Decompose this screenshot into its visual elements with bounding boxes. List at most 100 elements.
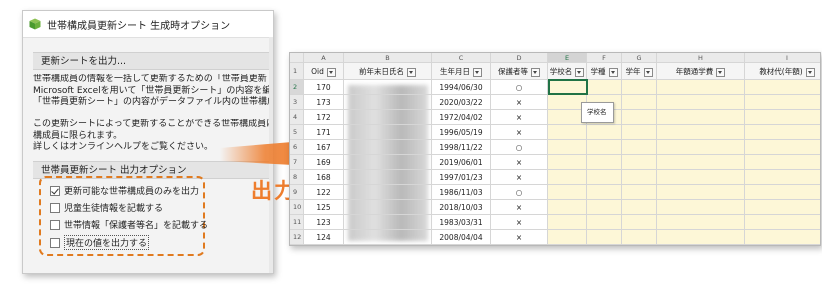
filter-dropdown-icon[interactable] bbox=[643, 67, 653, 77]
table-cell[interactable] bbox=[622, 95, 657, 110]
table-cell[interactable]: ○ bbox=[491, 185, 548, 200]
column-header[interactable]: 生年月日 bbox=[432, 63, 491, 80]
table-cell[interactable]: 122 bbox=[304, 185, 344, 200]
table-cell[interactable]: × bbox=[491, 170, 548, 185]
checkbox[interactable] bbox=[50, 202, 60, 213]
table-cell[interactable] bbox=[745, 95, 820, 110]
table-cell[interactable] bbox=[745, 110, 820, 125]
filter-dropdown-icon[interactable] bbox=[326, 67, 336, 77]
table-cell[interactable] bbox=[344, 155, 432, 170]
table-cell[interactable]: 2008/04/04 bbox=[432, 230, 491, 245]
table-cell[interactable] bbox=[745, 125, 820, 140]
column-header[interactable]: Oid bbox=[304, 63, 344, 80]
option-current-values[interactable]: 現在の値を出力する bbox=[50, 235, 150, 250]
column-letter[interactable]: B bbox=[344, 53, 432, 63]
option-student-info[interactable]: 児童生徒情報を記載する bbox=[50, 201, 163, 214]
table-cell[interactable]: 167 bbox=[304, 140, 344, 155]
table-cell[interactable] bbox=[622, 110, 657, 125]
row-number[interactable]: 10 bbox=[290, 200, 304, 215]
table-cell[interactable] bbox=[344, 200, 432, 215]
filter-dropdown-icon[interactable] bbox=[608, 67, 618, 77]
table-cell[interactable] bbox=[657, 200, 745, 215]
table-cell[interactable]: 172 bbox=[304, 110, 344, 125]
column-header[interactable]: 学種 bbox=[587, 63, 622, 80]
table-cell[interactable]: 2020/03/22 bbox=[432, 95, 491, 110]
table-cell[interactable]: × bbox=[491, 110, 548, 125]
table-cell[interactable] bbox=[344, 245, 432, 246]
filter-dropdown-icon[interactable] bbox=[575, 67, 585, 77]
table-cell[interactable] bbox=[622, 80, 657, 95]
table-cell[interactable]: × bbox=[491, 155, 548, 170]
table-cell[interactable] bbox=[344, 215, 432, 230]
table-cell[interactable] bbox=[657, 230, 745, 245]
table-cell[interactable] bbox=[657, 245, 745, 246]
table-cell[interactable]: 1986/11/03 bbox=[432, 185, 491, 200]
filter-dropdown-icon[interactable] bbox=[473, 67, 482, 77]
table-cell[interactable]: 2019/06/01 bbox=[432, 155, 491, 170]
table-cell[interactable] bbox=[622, 185, 657, 200]
table-cell[interactable] bbox=[745, 245, 821, 246]
row-number[interactable]: 5 bbox=[290, 125, 304, 140]
table-cell[interactable]: 105 bbox=[304, 245, 344, 246]
table-cell[interactable]: 1983/03/31 bbox=[432, 215, 491, 230]
table-cell[interactable] bbox=[548, 170, 587, 185]
table-cell[interactable]: 2018/10/03 bbox=[432, 200, 491, 215]
table-cell[interactable] bbox=[745, 215, 820, 230]
column-letter[interactable]: E bbox=[548, 53, 587, 63]
column-header[interactable]: 学校名 bbox=[548, 63, 587, 80]
table-cell[interactable] bbox=[587, 140, 622, 155]
table-cell[interactable] bbox=[548, 155, 587, 170]
checkbox[interactable] bbox=[50, 219, 60, 230]
table-cell[interactable] bbox=[745, 155, 820, 170]
row-number[interactable]: 13 bbox=[290, 245, 304, 246]
row-number[interactable]: 11 bbox=[290, 215, 304, 230]
table-cell[interactable] bbox=[622, 215, 657, 230]
checkbox[interactable] bbox=[50, 237, 60, 248]
table-cell[interactable] bbox=[344, 95, 432, 110]
table-cell[interactable] bbox=[657, 170, 745, 185]
column-letter[interactable]: F bbox=[587, 53, 622, 63]
option-guardian-name[interactable]: 世帯情報「保護者等名」を記載する bbox=[50, 218, 208, 231]
active-cell[interactable] bbox=[548, 79, 588, 95]
table-cell[interactable] bbox=[622, 230, 657, 245]
table-cell[interactable]: 1994/06/30 bbox=[432, 80, 491, 95]
table-cell[interactable] bbox=[657, 155, 745, 170]
table-cell[interactable] bbox=[548, 200, 587, 215]
filter-dropdown-icon[interactable] bbox=[531, 67, 540, 77]
table-cell[interactable] bbox=[622, 125, 657, 140]
column-letter[interactable]: H bbox=[657, 53, 745, 63]
table-cell[interactable] bbox=[657, 110, 745, 125]
table-cell[interactable] bbox=[587, 215, 622, 230]
table-cell[interactable] bbox=[622, 155, 657, 170]
table-cell[interactable]: 1990/03/01 bbox=[432, 245, 491, 246]
column-letter[interactable]: A bbox=[304, 53, 344, 63]
table-cell[interactable]: ○ bbox=[491, 140, 548, 155]
table-cell[interactable] bbox=[745, 200, 820, 215]
table-cell[interactable]: 1998/11/22 bbox=[432, 140, 491, 155]
row-number[interactable]: 8 bbox=[290, 170, 304, 185]
column-header[interactable]: 年額通学費 bbox=[657, 63, 745, 80]
row-number[interactable]: 12 bbox=[290, 230, 304, 245]
table-cell[interactable] bbox=[587, 80, 622, 95]
table-cell[interactable] bbox=[745, 185, 820, 200]
table-cell[interactable]: 1997/01/23 bbox=[432, 170, 491, 185]
table-cell[interactable] bbox=[344, 80, 432, 95]
table-cell[interactable]: 125 bbox=[304, 200, 344, 215]
table-cell[interactable] bbox=[745, 80, 820, 95]
table-cell[interactable]: 169 bbox=[304, 155, 344, 170]
table-cell[interactable]: 1972/04/02 bbox=[432, 110, 491, 125]
table-cell[interactable]: 173 bbox=[304, 95, 344, 110]
row-number[interactable]: 9 bbox=[290, 185, 304, 200]
column-header[interactable]: 教材代(年額) bbox=[745, 63, 820, 80]
table-cell[interactable] bbox=[548, 140, 587, 155]
table-cell[interactable] bbox=[344, 170, 432, 185]
table-cell[interactable] bbox=[657, 215, 745, 230]
table-cell[interactable] bbox=[587, 245, 622, 246]
checkbox-checked[interactable] bbox=[50, 185, 60, 196]
table-cell[interactable] bbox=[587, 230, 622, 245]
table-cell[interactable] bbox=[745, 230, 820, 245]
table-cell[interactable] bbox=[548, 185, 587, 200]
row-number[interactable]: 6 bbox=[290, 140, 304, 155]
table-cell[interactable]: × bbox=[491, 215, 548, 230]
option-updatable-only[interactable]: 更新可能な世帯構成員のみを出力 bbox=[50, 184, 199, 197]
